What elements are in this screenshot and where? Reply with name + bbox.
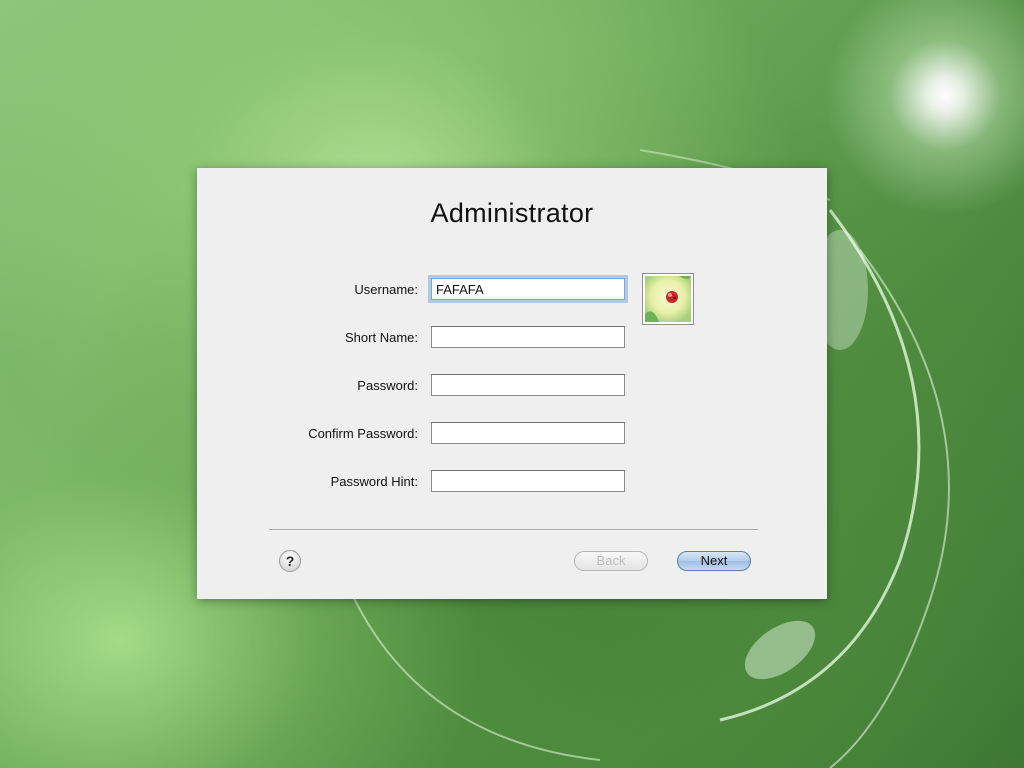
back-button[interactable]: Back <box>574 551 648 571</box>
footer-divider <box>269 529 758 531</box>
flower-icon <box>645 276 691 322</box>
help-button[interactable]: ? <box>279 550 301 572</box>
confirm-password-label: Confirm Password: <box>308 426 418 441</box>
password-label: Password: <box>357 378 418 393</box>
password-input[interactable] <box>431 374 625 396</box>
password-hint-input[interactable] <box>431 470 625 492</box>
confirm-password-input[interactable] <box>431 422 625 444</box>
user-picture[interactable] <box>642 273 694 325</box>
username-label: Username: <box>354 282 418 297</box>
short-name-input[interactable] <box>431 326 625 348</box>
next-button[interactable]: Next <box>677 551 751 571</box>
password-hint-label: Password Hint: <box>330 474 418 489</box>
question-mark-icon: ? <box>285 553 295 569</box>
short-name-label: Short Name: <box>345 330 418 345</box>
dialog-title: Administrator <box>430 198 594 228</box>
setup-dialog: Administrator Username: Short Name: Pass… <box>197 168 827 599</box>
username-input[interactable] <box>431 278 625 300</box>
